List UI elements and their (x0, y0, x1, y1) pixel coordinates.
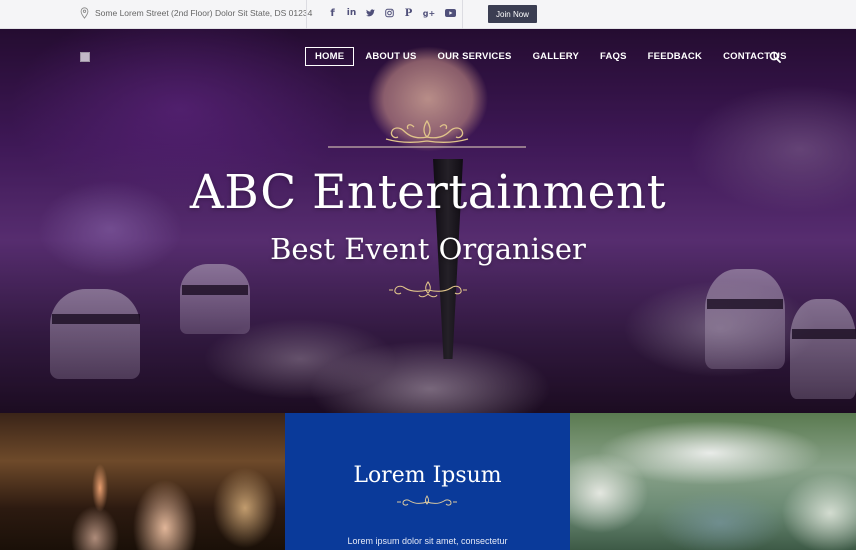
feature-text: Lorem ipsum dolor sit amet, consectetur (347, 536, 508, 546)
photo-tile-party (0, 413, 285, 550)
ornament-flourish (397, 495, 457, 506)
site-logo[interactable] (80, 52, 90, 62)
twitter-icon[interactable] (366, 7, 375, 19)
google-plus-icon[interactable]: g+ (423, 7, 435, 19)
hero-overlay (0, 29, 856, 413)
nav-item-home[interactable]: HOME (305, 47, 355, 66)
ornament-flourish (389, 281, 467, 298)
youtube-icon[interactable] (445, 7, 456, 19)
nav-item-feedback[interactable]: FEEDBACK (648, 51, 702, 62)
search-icon[interactable] (769, 51, 781, 63)
feature-tile: Lorem Ipsum Lorem ipsum dolor sit amet, … (285, 413, 570, 550)
feature-title: Lorem Ipsum (353, 463, 502, 488)
divider (306, 0, 307, 29)
nav-item-gallery[interactable]: GALLERY (533, 51, 579, 62)
ornament-divider (328, 119, 526, 148)
address-text: Some Lorem Street (2nd Floor) Dolor Sit … (95, 8, 313, 18)
social-links: f in P g+ (328, 7, 456, 19)
location-pin-icon (80, 7, 89, 19)
nav-item-our-services[interactable]: OUR SERVICES (438, 51, 512, 62)
photo-tile-floral-arch (570, 413, 856, 550)
address: Some Lorem Street (2nd Floor) Dolor Sit … (80, 7, 312, 19)
nav-item-about-us[interactable]: ABOUT US (365, 51, 416, 62)
nav-item-faqs[interactable]: FAQS (600, 51, 627, 62)
top-bar: Some Lorem Street (2nd Floor) Dolor Sit … (0, 0, 856, 29)
divider (462, 0, 463, 29)
pinterest-icon[interactable]: P (404, 7, 413, 19)
join-now-button[interactable]: Join Now (488, 5, 537, 23)
instagram-icon[interactable] (385, 7, 394, 19)
linkedin-icon[interactable]: in (347, 7, 357, 19)
hero-subtitle: Best Event Organiser (270, 232, 586, 266)
hero-banner: HOME ABOUT US OUR SERVICES GALLERY FAQS … (0, 29, 856, 413)
hero-title: ABC Entertainment (189, 165, 667, 220)
facebook-icon[interactable]: f (328, 7, 337, 19)
main-nav: HOME ABOUT US OUR SERVICES GALLERY FAQS … (305, 47, 808, 66)
